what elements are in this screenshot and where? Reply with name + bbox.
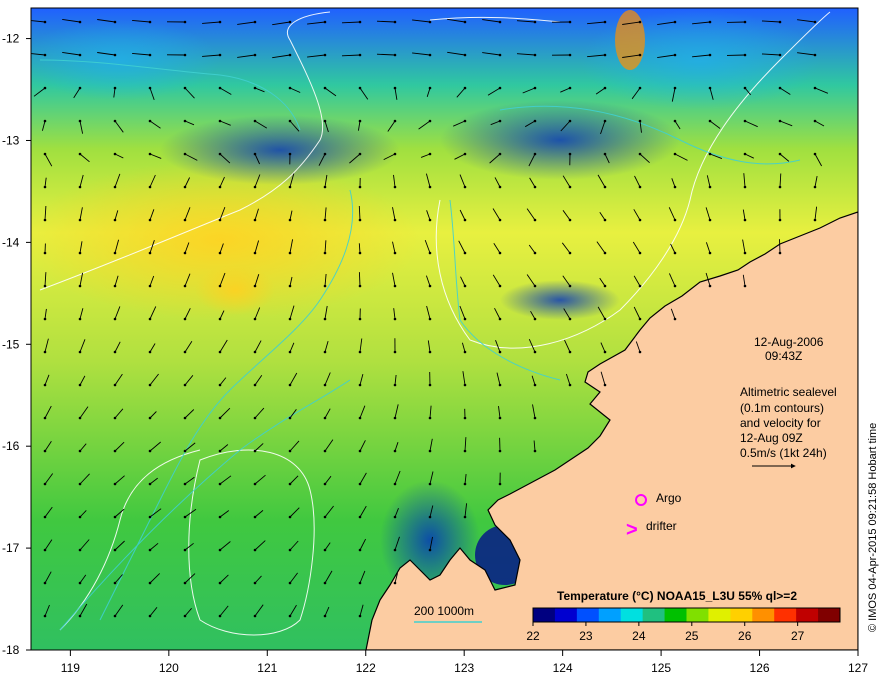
bathymetry-legend-label: 200 1000m [414, 604, 474, 618]
time-label: 09:43Z [765, 349, 802, 363]
colorbar-cell [576, 608, 600, 622]
x-tick-label: 123 [454, 661, 474, 675]
x-tick-label: 122 [356, 661, 376, 675]
y-tick-label: -12 [2, 32, 20, 46]
colorbar-cell [818, 608, 841, 622]
x-axis: 119 120 121 122 123 124 125 126 127 [61, 650, 868, 675]
y-tick-label: -14 [2, 235, 20, 249]
colorbar-cell [708, 608, 731, 622]
colorbar-cell [730, 608, 753, 622]
altimetry-line-4: 12-Aug 09Z [740, 431, 803, 445]
argo-label: Argo [656, 491, 682, 505]
velocity-arrow [779, 239, 781, 254]
date-label: 12-Aug-2006 [754, 335, 824, 349]
colorbar-cell [642, 608, 666, 622]
colorbar-cell [620, 608, 644, 622]
y-tick-label: -13 [2, 133, 20, 147]
colorbar-cell [774, 608, 797, 622]
colorbar-cell [686, 608, 709, 622]
colorbar-cell [598, 608, 622, 622]
y-tick-label: -16 [2, 439, 20, 453]
sst-field [31, 8, 858, 650]
colorbar-tick-label: 23 [579, 629, 593, 643]
x-tick-label: 126 [750, 661, 770, 675]
colorbar-cell [554, 608, 578, 622]
map-figure: 119 120 121 122 123 124 125 126 127 -12 -13 -14 -15… [2, 7, 879, 675]
altimetry-line-1: Altimetric sealevel [740, 385, 837, 399]
x-tick-label: 120 [159, 661, 179, 675]
x-tick-label: 119 [61, 661, 80, 675]
x-tick-label: 121 [257, 661, 277, 675]
colorbar-tick-label: 26 [738, 629, 752, 643]
altimetry-line-5: 0.5m/s (1kt 24h) [740, 446, 827, 460]
colorbar-title: Temperature (°C) NOAA15_L3U 55% ql>=2 [557, 589, 797, 603]
cool-region-ne [580, 10, 820, 110]
warm-core [195, 265, 275, 315]
altimetry-line-2: (0.1m contours) [740, 401, 824, 415]
velocity-arrow [358, 272, 361, 287]
colorbar-tick-label: 27 [791, 629, 805, 643]
colorbar-cells [533, 608, 841, 622]
drifter-label: drifter [646, 519, 677, 533]
credit-label: © IMOS 04-Apr-2015 09:21:58 Hobart time [867, 423, 879, 632]
y-tick-label: -15 [2, 337, 20, 351]
warm-patch-ne [615, 10, 645, 70]
x-tick-label: 125 [651, 661, 671, 675]
colorbar-cell [752, 608, 775, 622]
colorbar-cell [796, 608, 819, 622]
colorbar-cell [664, 608, 687, 622]
y-axis: -12 -13 -14 -15 -16 -17 -18 [2, 32, 31, 657]
drifter-symbol-icon: > [626, 519, 638, 541]
x-tick-label: 127 [848, 661, 868, 675]
altimetry-line-3: and velocity for [740, 416, 821, 430]
colorbar-tick-label: 22 [526, 629, 540, 643]
colorbar-tick-label: 24 [632, 629, 646, 643]
cool-band-north [160, 115, 400, 185]
colorbar-cell [533, 608, 556, 622]
y-tick-label: -17 [2, 541, 20, 555]
colorbar-tick-label: 25 [685, 629, 699, 643]
x-tick-label: 124 [553, 661, 573, 675]
cool-band-ne [440, 100, 680, 180]
y-tick-label: -18 [2, 643, 20, 657]
